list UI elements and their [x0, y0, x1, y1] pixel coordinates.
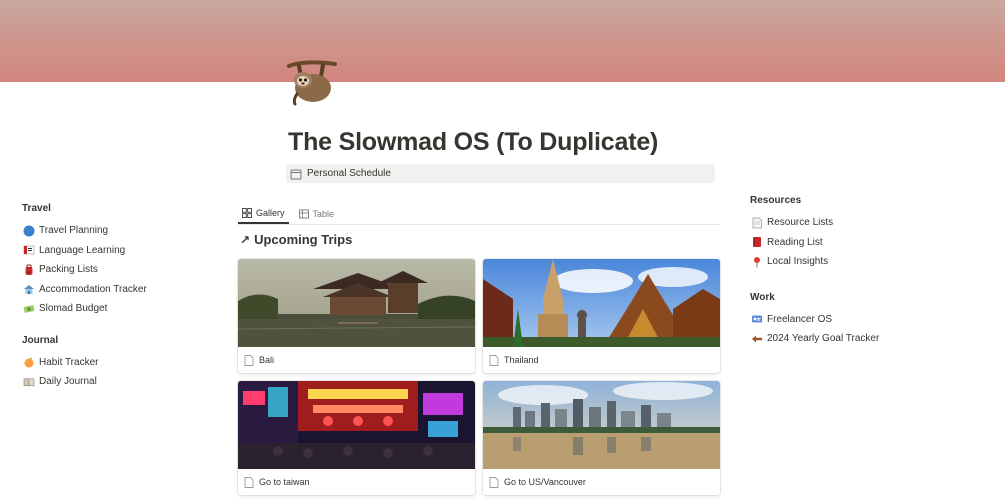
left-column: Travel Travel Planning Language Learning…	[22, 203, 222, 392]
calendar-icon	[290, 168, 302, 180]
nav-item-label: Daily Journal	[39, 376, 97, 388]
nav-item-label: Slomad Budget	[39, 303, 108, 315]
nav-item-reading-list[interactable]: Reading List	[750, 233, 980, 253]
page-title[interactable]: The Slowmad OS (To Duplicate)	[288, 128, 658, 157]
table-icon	[298, 209, 309, 219]
right-column: Resources Resource Lists Reading List Lo…	[750, 195, 980, 349]
property-label: Personal Schedule	[307, 168, 391, 179]
nav-item-label: Accommodation Tracker	[39, 283, 147, 295]
book-icon	[22, 375, 35, 388]
view-tabs: Gallery Table	[238, 204, 720, 225]
hut-icon	[22, 283, 35, 296]
nav-item-label: Freelancer OS	[767, 313, 833, 325]
nav-item-label: 2024 Yearly Goal Tracker	[767, 333, 880, 345]
nav-item-slomad-budget[interactable]: Slomad Budget	[22, 299, 222, 319]
gallery-card-vancouver[interactable]: Go to US/Vancouver	[483, 381, 720, 495]
arrow-up-right-icon: ↗	[240, 232, 251, 247]
nav-item-label: Habit Tracker	[39, 356, 99, 368]
card-title: Bali	[259, 355, 275, 365]
nav-item-packing-lists[interactable]: Packing Lists	[22, 260, 222, 280]
section-title-travel: Travel	[22, 203, 51, 214]
nav-item-local-insights[interactable]: Local Insights	[750, 252, 980, 272]
card-label: Go to US/Vancouver	[483, 469, 720, 495]
pin-icon	[750, 255, 763, 268]
back-arrow-icon	[750, 332, 763, 345]
document-icon	[489, 354, 499, 366]
tab-label: Table	[312, 209, 335, 219]
gallery-card-bali[interactable]: Bali	[238, 259, 475, 373]
section-title-journal: Journal	[22, 334, 59, 346]
tab-table[interactable]: Table	[295, 204, 339, 224]
property-personal-schedule[interactable]: Personal Schedule	[286, 164, 715, 183]
nav-item-language-learning[interactable]: Language Learning	[22, 241, 222, 261]
thai-temple-image	[483, 259, 720, 347]
flag-icon	[22, 244, 35, 257]
nav-item-travel-planning[interactable]: Travel Planning	[22, 221, 222, 241]
document-icon	[489, 476, 499, 488]
nav-item-label: Local Insights	[767, 256, 829, 268]
tab-gallery[interactable]: Gallery	[238, 204, 289, 224]
gallery-card-thailand[interactable]: Thailand	[483, 259, 720, 373]
section-title-resources: Resources	[750, 195, 802, 206]
nav-item-label: Resource Lists	[767, 217, 834, 229]
nav-item-accommodation-tracker[interactable]: Accommodation Tracker	[22, 280, 222, 300]
gallery-card-taiwan[interactable]: Go to taiwan	[238, 381, 475, 495]
grid-icon	[242, 208, 252, 218]
nav-item-freelancer-os[interactable]: Freelancer OS	[750, 310, 980, 330]
document-icon	[244, 354, 254, 366]
vancouver-skyline-image	[483, 381, 720, 469]
section-title-work: Work	[750, 291, 775, 303]
nav-item-resource-lists[interactable]: Resource Lists	[750, 213, 980, 233]
nav-item-daily-journal[interactable]: Daily Journal	[22, 372, 222, 392]
card-label: Bali	[238, 347, 475, 373]
red-book-icon	[750, 236, 763, 249]
nav-item-habit-tracker[interactable]: Habit Tracker	[22, 353, 222, 373]
nav-item-label: Reading List	[767, 236, 823, 248]
taiwan-night-market-image	[238, 381, 475, 469]
page-icon	[750, 216, 763, 229]
nav-item-2024-yearly-goal-tracker[interactable]: 2024 Yearly Goal Tracker	[750, 329, 980, 349]
gallery-title-text: Upcoming Trips	[254, 232, 353, 247]
document-icon	[244, 476, 254, 488]
card-label: Thailand	[483, 347, 720, 373]
bali-temple-image	[238, 259, 475, 347]
nav-item-label: Packing Lists	[39, 264, 98, 276]
nav-item-label: Language Learning	[39, 244, 126, 256]
money-icon	[22, 302, 35, 315]
nav-item-label: Travel Planning	[39, 225, 109, 237]
sloth-icon[interactable]	[285, 54, 339, 106]
page-cover[interactable]	[0, 0, 1005, 82]
gallery-title[interactable]: ↗ Upcoming Trips	[240, 232, 352, 247]
tab-label: Gallery	[256, 208, 285, 218]
peach-icon	[22, 356, 35, 369]
card-title: Thailand	[504, 355, 539, 365]
card-title: Go to US/Vancouver	[504, 477, 586, 487]
backpack-icon	[22, 263, 35, 276]
card-label: Go to taiwan	[238, 469, 475, 495]
card-title: Go to taiwan	[259, 477, 310, 487]
globe-icon	[22, 224, 35, 237]
id-card-icon	[750, 313, 763, 326]
